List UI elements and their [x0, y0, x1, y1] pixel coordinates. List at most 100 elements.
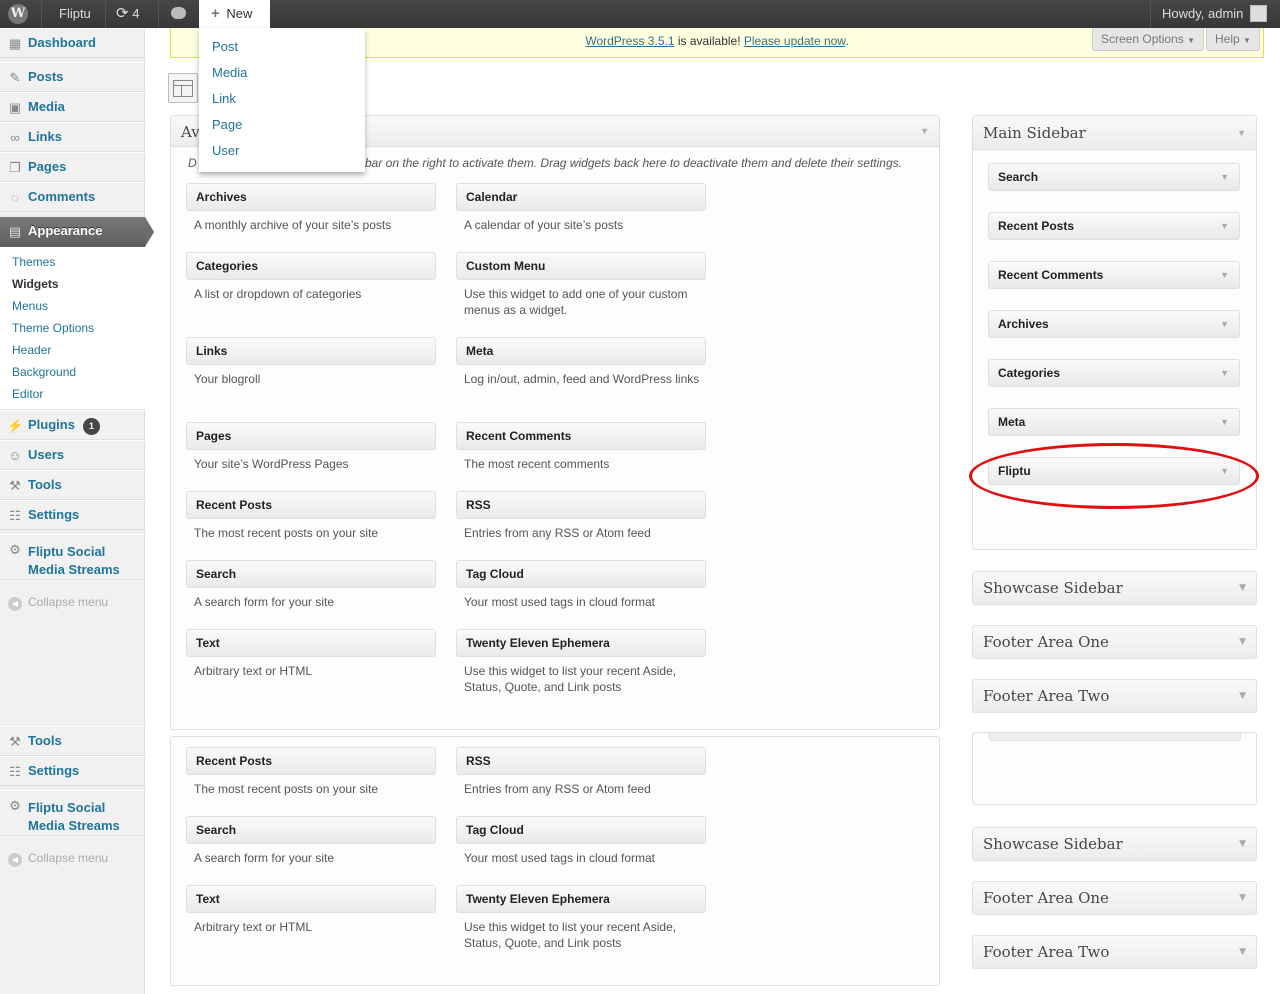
widget-title-text[interactable]: Text: [186, 885, 436, 913]
submenu-widgets[interactable]: Widgets: [12, 277, 59, 291]
submenu-background[interactable]: Background: [12, 365, 76, 379]
submenu-editor[interactable]: Editor: [12, 387, 43, 401]
toggle-arrow-icon[interactable]: ▼: [1239, 626, 1246, 658]
widget-title-twenty-eleven-ephemera[interactable]: Twenty Eleven Ephemera: [456, 885, 706, 913]
screen-options-button[interactable]: Screen Options ▼: [1092, 28, 1204, 51]
widget-title-categories[interactable]: Categories: [186, 252, 436, 280]
widget-title-archives[interactable]: Archives: [186, 183, 436, 211]
menu-label: Appearance: [28, 223, 103, 238]
updates-link[interactable]: ⟳ 4: [116, 0, 139, 28]
pages-icon: ❐: [9, 160, 21, 175]
menu-pages[interactable]: ❐ Pages: [0, 152, 145, 182]
menu-plugins[interactable]: ⚡ Plugins 1: [0, 410, 145, 440]
widget-title-links[interactable]: Links: [186, 337, 436, 365]
comments-bubble-icon[interactable]: [171, 7, 186, 19]
sidebar-widget-recent-comments[interactable]: Recent Comments ▼: [988, 261, 1240, 289]
new-menu-link[interactable]: Link: [212, 91, 236, 106]
menu-dashboard[interactable]: ▦ Dashboard: [0, 28, 145, 58]
widget-title-rss[interactable]: RSS: [456, 747, 706, 775]
howdy-account-link[interactable]: Howdy, admin: [1162, 0, 1243, 28]
menu-appearance[interactable]: ▤ Appearance: [0, 217, 154, 247]
menu-settings[interactable]: ☷ Settings: [0, 500, 145, 530]
widget-title-search[interactable]: Search: [186, 816, 436, 844]
menu-tools[interactable]: ⚒ Tools: [0, 726, 145, 756]
sidebar-widget-categories[interactable]: Categories ▼: [988, 359, 1240, 387]
collapse-menu[interactable]: ◀ Collapse menu: [8, 595, 108, 611]
submenu-themes[interactable]: Themes: [12, 255, 55, 269]
widget-title-tag-cloud[interactable]: Tag Cloud: [456, 560, 706, 588]
widget-title-pages[interactable]: Pages: [186, 422, 436, 450]
toggle-arrow-icon[interactable]: ▼: [1239, 936, 1246, 968]
toggle-arrow-icon[interactable]: ▼: [920, 116, 929, 147]
notice-end: .: [845, 34, 849, 48]
toggle-arrow-icon[interactable]: ▼: [1220, 213, 1229, 239]
new-menu-page[interactable]: Page: [212, 117, 242, 132]
widget-title-calendar[interactable]: Calendar: [456, 183, 706, 211]
new-menu-post[interactable]: Post: [212, 39, 238, 54]
update-now-link[interactable]: Please update now: [744, 34, 845, 48]
toggle-arrow-icon[interactable]: ▼: [1220, 262, 1229, 288]
widget-title-text[interactable]: Text: [186, 629, 436, 657]
widget-title-recent-posts[interactable]: Recent Posts: [186, 491, 436, 519]
toggle-arrow-icon[interactable]: ▼: [1239, 572, 1246, 604]
sidebar-header-showcase-sidebar[interactable]: Showcase Sidebar ▼: [972, 571, 1257, 605]
toggle-arrow-icon[interactable]: ▼: [1239, 680, 1246, 712]
toggle-arrow-icon[interactable]: ▼: [1220, 311, 1229, 337]
sidebar-header-footer-area-one[interactable]: Footer Area One ▼: [972, 625, 1257, 659]
toggle-arrow-icon[interactable]: ▼: [1239, 882, 1246, 914]
sidebar-header-footer-area-one[interactable]: Footer Area One ▼: [972, 881, 1257, 915]
widget-title-meta[interactable]: Meta: [456, 337, 706, 365]
submenu-header[interactable]: Header: [12, 343, 51, 357]
menu-posts[interactable]: ✎ Posts: [0, 62, 145, 92]
site-name-link[interactable]: Fliptu: [59, 0, 91, 28]
toggle-arrow-icon[interactable]: ▼: [1237, 116, 1246, 150]
version-link[interactable]: WordPress 3.5.1: [585, 34, 674, 48]
menu-settings[interactable]: ☷ Settings: [0, 756, 145, 786]
collapse-menu[interactable]: ◀ Collapse menu: [8, 851, 108, 867]
menu-label: Dashboard: [28, 35, 96, 50]
menu-fliptu[interactable]: ⚙ Fliptu Social Media Streams: [0, 790, 145, 836]
submenu-theme-options[interactable]: Theme Options: [12, 321, 94, 335]
new-content-link[interactable]: + New: [199, 0, 270, 28]
admin-menu: ▦ Dashboard ✎ Posts ▣ Media ∞ Links ❐ Pages ◌…: [0, 28, 154, 994]
main-sidebar-header[interactable]: Main Sidebar ▼: [973, 116, 1256, 150]
settings-icon: ☷: [9, 508, 21, 523]
widget-title-recent-comments[interactable]: Recent Comments: [456, 422, 706, 450]
sidebar-widget-search[interactable]: Search ▼: [988, 163, 1240, 191]
sidebar-header-footer-area-two[interactable]: Footer Area Two ▼: [972, 679, 1257, 713]
sidebar-header-showcase-sidebar[interactable]: Showcase Sidebar ▼: [972, 827, 1257, 861]
widget-title-search[interactable]: Search: [186, 560, 436, 588]
help-button[interactable]: Help ▼: [1206, 28, 1260, 51]
menu-tools[interactable]: ⚒ Tools: [0, 470, 145, 500]
new-menu-user[interactable]: User: [212, 143, 239, 158]
widget-title-rss[interactable]: RSS: [456, 491, 706, 519]
widget-title-custom-menu[interactable]: Custom Menu: [456, 252, 706, 280]
toggle-arrow-icon[interactable]: ▼: [1220, 164, 1229, 190]
appearance-submenu: Themes Widgets Menus Theme Options Heade…: [0, 247, 145, 410]
widget-description: Log in/out, admin, feed and WordPress li…: [464, 372, 700, 386]
sidebar-widget-recent-posts[interactable]: Recent Posts ▼: [988, 212, 1240, 240]
toggle-arrow-icon[interactable]: ▼: [1220, 360, 1229, 386]
toggle-arrow-icon[interactable]: ▼: [1239, 828, 1246, 860]
menu-media[interactable]: ▣ Media: [0, 92, 145, 122]
sidebar-widget-archives[interactable]: Archives ▼: [988, 310, 1240, 338]
menu-links[interactable]: ∞ Links: [0, 122, 145, 152]
widget-description: Arbitrary text or HTML: [194, 664, 313, 678]
avatar[interactable]: [1250, 5, 1267, 22]
wordpress-logo-icon[interactable]: W: [8, 4, 28, 24]
widget-title-tag-cloud[interactable]: Tag Cloud: [456, 816, 706, 844]
toggle-arrow-icon[interactable]: ▼: [1220, 409, 1229, 435]
submenu-menus[interactable]: Menus: [12, 299, 48, 313]
menu-users[interactable]: ☺ Users: [0, 440, 145, 470]
tools-icon: ⚒: [9, 734, 21, 749]
sidebar-header-footer-area-two[interactable]: Footer Area Two ▼: [972, 935, 1257, 969]
menu-fliptu[interactable]: ⚙ Fliptu Social Media Streams: [0, 534, 145, 580]
widget-title-twenty-eleven-ephemera[interactable]: Twenty Eleven Ephemera: [456, 629, 706, 657]
widget-description: A search form for your site: [194, 595, 335, 609]
widget-title-recent-posts[interactable]: Recent Posts: [186, 747, 436, 775]
menu-comments[interactable]: ◌ Comments: [0, 182, 145, 212]
collapse-arrow-icon: ◀: [8, 597, 22, 611]
new-menu-media[interactable]: Media: [212, 65, 247, 80]
sidebar-widget-meta[interactable]: Meta ▼: [988, 408, 1240, 436]
menu-label: Plugins: [28, 417, 75, 432]
